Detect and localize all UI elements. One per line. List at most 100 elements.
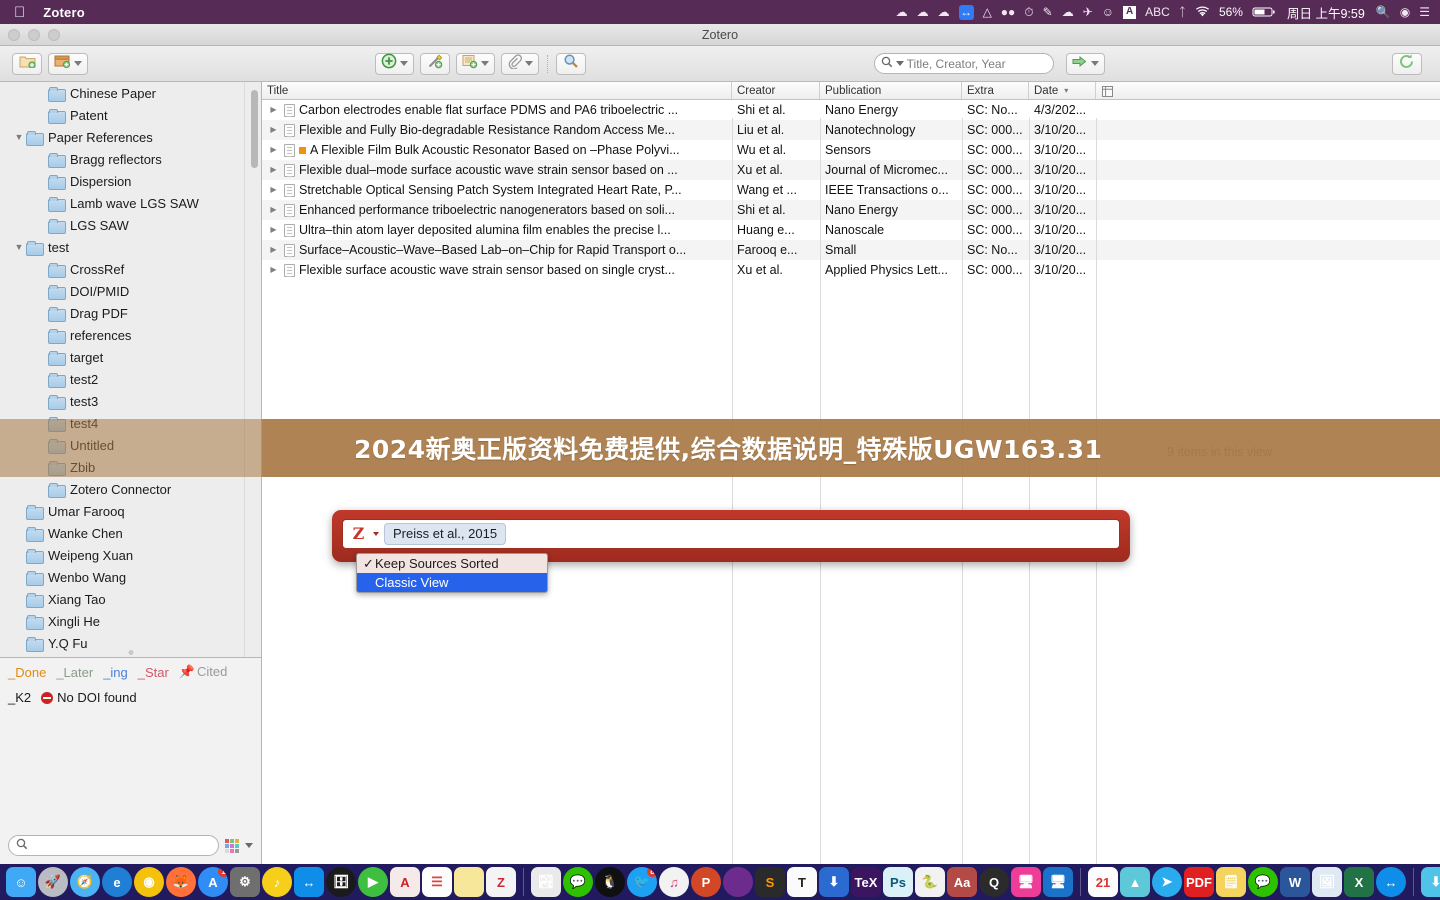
cell-extra[interactable]: SC: No...	[962, 100, 1029, 120]
new-note-button[interactable]	[456, 52, 496, 75]
dock-item-folx-downloader[interactable]: ⬇	[819, 867, 849, 897]
chevron-down-icon[interactable]	[525, 61, 534, 66]
cell-date[interactable]: 3/10/20...	[1029, 180, 1096, 200]
bluetooth-icon[interactable]: ᛏ	[1179, 4, 1186, 20]
collection-item[interactable]: DOI/PMID	[0, 280, 261, 302]
tag-item[interactable]: 📌 Cited	[179, 664, 228, 680]
clock-label[interactable]: 周日 上午9:59	[1287, 3, 1365, 22]
cell-title[interactable]: ▶ Stretchable Optical Sensing Patch Syste…	[262, 180, 732, 200]
tag-item[interactable]: _Star	[138, 665, 169, 680]
chevron-down-icon[interactable]: ▼	[12, 132, 26, 142]
chevron-down-icon[interactable]	[400, 61, 409, 66]
cell-title[interactable]: ▶ A Flexible Film Bulk Acoustic Resonator…	[262, 140, 732, 160]
dock-item-textedit[interactable]: T	[787, 867, 817, 897]
dock-item-graphics-app[interactable]: ▲	[1120, 867, 1150, 897]
chevron-right-icon[interactable]: ▶	[267, 240, 280, 260]
cell-pub[interactable]: Sensors	[820, 140, 962, 160]
table-row[interactable]: ▶ Carbon electrodes enable flat surface P…	[262, 100, 1440, 120]
collection-item[interactable]: Drag PDF	[0, 302, 261, 324]
control-center-icon[interactable]: ☰	[1419, 4, 1430, 20]
cell-title[interactable]: ▶ Flexible dual–mode surface acoustic wav…	[262, 160, 732, 180]
dock-item-adobe-acrobat[interactable]: A	[390, 867, 420, 897]
dock-item-zotero[interactable]: Z	[486, 867, 516, 897]
dock-item-twitter[interactable]: 🐦 8	[627, 867, 657, 897]
chevron-right-icon[interactable]: ▶	[267, 220, 280, 240]
cloud-drop-icon[interactable]: ☁	[1062, 4, 1074, 20]
collection-item[interactable]: test3	[0, 390, 261, 412]
tag-search-input[interactable]	[8, 835, 219, 856]
smiley-icon[interactable]: ☺	[1102, 4, 1114, 20]
column-header-extra[interactable]: Extra	[962, 82, 1029, 99]
cell-creator[interactable]: Wu et al.	[732, 140, 820, 160]
items-rows[interactable]: ▶ Carbon electrodes enable flat surface P…	[262, 100, 1440, 280]
collection-item[interactable]: Umar Farooq	[0, 500, 261, 522]
cell-date[interactable]: 3/10/20...	[1029, 160, 1096, 180]
cell-title[interactable]: ▶ Flexible and Fully Bio-degradable Resis…	[262, 120, 732, 140]
collection-item[interactable]: Chinese Paper	[0, 82, 261, 104]
chevron-right-icon[interactable]: ▶	[267, 200, 280, 220]
wechat-icon[interactable]: ●●	[1001, 4, 1016, 20]
table-row[interactable]: ▶ Flexible surface acoustic wave strain s…	[262, 260, 1440, 280]
sidebar-scrollbar[interactable]	[251, 90, 258, 168]
menu-item-keep-sources-sorted[interactable]: ✓Keep Sources Sorted	[357, 554, 547, 573]
chevron-down-icon[interactable]	[373, 532, 379, 536]
chevron-right-icon[interactable]: ▶	[267, 160, 280, 180]
dock-item-downloads-folder[interactable]: ⬇	[1421, 867, 1440, 897]
add-attachment-button[interactable]	[501, 52, 540, 75]
minimize-button[interactable]	[28, 29, 40, 41]
dock-item-pdf-expert[interactable]: PDF	[1184, 867, 1214, 897]
collection-item[interactable]: Lamb wave LGS SAW	[0, 192, 261, 214]
dock-item-calendar[interactable]: 21	[1088, 867, 1118, 897]
tag-selector[interactable]: _Done _Later _ing _Star 📌 Cited _K2 No DOI foun…	[0, 657, 261, 864]
cell-extra[interactable]: SC: No...	[962, 240, 1029, 260]
clock-icon[interactable]: ⏱	[1024, 4, 1033, 20]
cell-extra[interactable]: SC: 000...	[962, 260, 1029, 280]
table-row[interactable]: ▶ Enhanced performance triboelectric nano…	[262, 200, 1440, 220]
column-header-publication[interactable]: Publication	[820, 82, 962, 99]
dock-item-google-chrome[interactable]: ◉	[134, 867, 164, 897]
cell-extra[interactable]: SC: 000...	[962, 160, 1029, 180]
collection-item[interactable]: LGS SAW	[0, 214, 261, 236]
collection-item[interactable]: Weipeng Xuan	[0, 544, 261, 566]
new-item-button[interactable]	[375, 52, 415, 75]
dock-item-github[interactable]	[723, 867, 753, 897]
collections-tree[interactable]: Chinese Paper Patent ▼ Paper References Brag…	[0, 82, 261, 657]
dock-item-photoshop[interactable]: Ps	[883, 867, 913, 897]
cell-date[interactable]: 3/10/20...	[1029, 260, 1096, 280]
cell-extra[interactable]: SC: 000...	[962, 120, 1029, 140]
collection-item[interactable]: Xingli He	[0, 610, 261, 632]
column-header-creator[interactable]: Creator	[732, 82, 820, 99]
cell-pub[interactable]: Nanotechnology	[820, 120, 962, 140]
column-header-date[interactable]: Date ▾	[1029, 82, 1096, 99]
dock-item-media-player[interactable]: ▶	[358, 867, 388, 897]
cell-title[interactable]: ▶ Flexible surface acoustic wave strain s…	[262, 260, 732, 280]
cell-title[interactable]: ▶ Ultra–thin atom layer deposited alumina…	[262, 220, 732, 240]
advanced-search-button[interactable]	[556, 52, 587, 75]
dock-item-texshop[interactable]: TeX	[851, 867, 881, 897]
bell-icon[interactable]: △	[983, 4, 992, 20]
paper-plane-icon[interactable]: ✈	[1083, 4, 1093, 20]
dock-item-wechat[interactable]: 💬	[563, 867, 593, 897]
collection-item[interactable]: Bragg reflectors	[0, 148, 261, 170]
pencil-icon[interactable]: ✎	[1043, 4, 1053, 20]
dock-item-wechat-2[interactable]: 💬	[1248, 867, 1278, 897]
locate-button[interactable]	[1065, 52, 1105, 75]
dock-item-telegram[interactable]: ➤	[1152, 867, 1182, 897]
new-collection-button[interactable]	[12, 52, 42, 75]
table-row[interactable]: ▶ A Flexible Film Bulk Acoustic Resonator…	[262, 140, 1440, 160]
cell-extra[interactable]: SC: 000...	[962, 140, 1029, 160]
tag-item[interactable]: _K2	[8, 690, 31, 705]
wifi-icon[interactable]	[1195, 4, 1210, 20]
dock-item-itunes[interactable]: ♫	[659, 867, 689, 897]
dock-item-microsoft-excel[interactable]: X	[1344, 867, 1374, 897]
tag-item[interactable]: _Done	[8, 665, 46, 680]
cell-pub[interactable]: Nano Energy	[820, 100, 962, 120]
cell-pub[interactable]: Journal of Micromec...	[820, 160, 962, 180]
cell-creator[interactable]: Shi et al.	[732, 100, 820, 120]
chevron-right-icon[interactable]: ▶	[267, 100, 280, 120]
cell-extra[interactable]: SC: 000...	[962, 180, 1029, 200]
color-grid-icon[interactable]	[225, 838, 239, 853]
dock-item-microsoft-word[interactable]: W	[1280, 867, 1310, 897]
collection-item[interactable]: CrossRef	[0, 258, 261, 280]
dock-item-remote-desktop[interactable]: 🖥	[1043, 867, 1073, 897]
